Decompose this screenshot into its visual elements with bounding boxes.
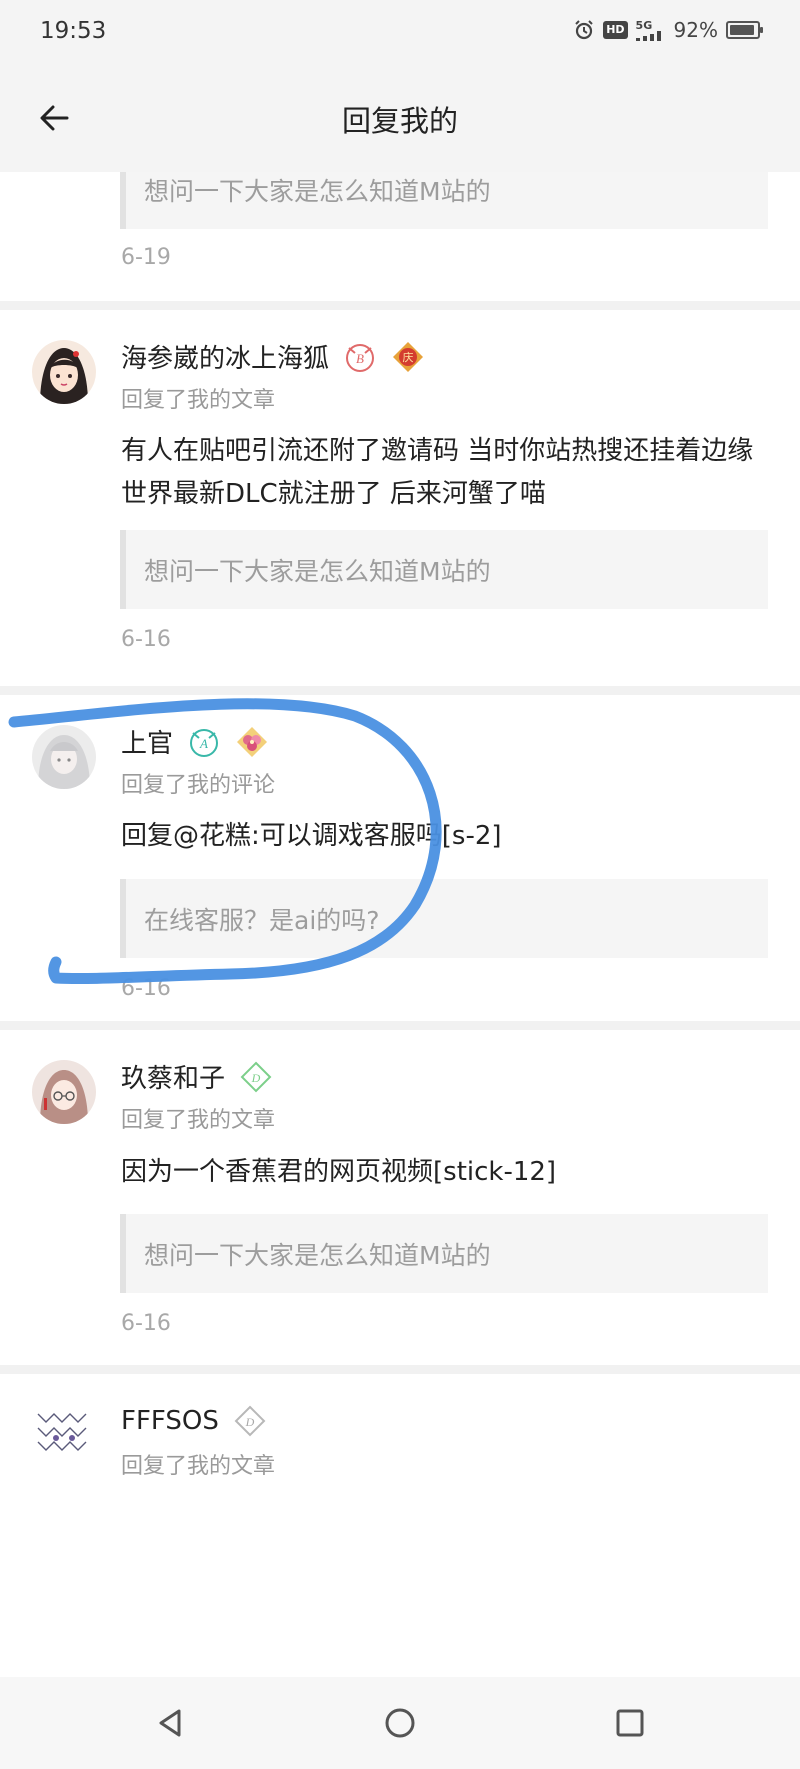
level-badge-icon: B <box>343 340 377 374</box>
quote-text: 在线客服？是ai的吗? <box>144 905 380 935</box>
reply-date: 6-16 <box>121 627 171 652</box>
username[interactable]: 玖蔡和子 <box>121 1058 225 1095</box>
top-app-bar: 回复我的 <box>0 64 800 172</box>
divider <box>0 1365 800 1374</box>
avatar[interactable] <box>32 725 96 789</box>
reply-text[interactable]: 因为一个香蕉君的网页视频[stick-12] <box>121 1151 761 1194</box>
svg-text:B: B <box>356 351 364 366</box>
reply-card[interactable]: 海参崴的冰上海狐 B 庆 回复了我的文章 有人在贴吧引流还附了邀请码 当时你站热… <box>0 310 800 688</box>
hd-icon: HD <box>603 21 628 39</box>
reply-date: 6-19 <box>121 245 171 270</box>
level-badge-icon: D <box>233 1404 267 1438</box>
avatar[interactable] <box>32 1060 96 1124</box>
quote-text: 想问一下大家是怎么知道M站的 <box>144 556 491 586</box>
status-bar: 19:53 HD 5G 92% <box>0 0 800 64</box>
level-badge-icon: D <box>239 1060 273 1094</box>
divider <box>0 1021 800 1030</box>
quote-text: 想问一下大家是怎么知道M站的 <box>144 176 491 206</box>
reply-action: 回复了我的文章 <box>121 1454 276 1479</box>
page-title: 回复我的 <box>341 104 458 138</box>
reply-action: 回复了我的评论 <box>121 773 276 798</box>
svg-text:A: A <box>199 736 208 751</box>
alarm-icon <box>573 19 595 41</box>
svg-text:D: D <box>245 1415 255 1429</box>
status-time: 19:53 <box>40 18 107 44</box>
reply-card[interactable]: 想问一下大家是怎么知道M站的 6-19 <box>0 172 800 302</box>
username[interactable]: FFFSOS <box>121 1406 219 1436</box>
quoted-content[interactable]: 想问一下大家是怎么知道M站的 <box>120 1214 768 1293</box>
username[interactable]: 上官 <box>121 723 173 760</box>
quote-text: 想问一下大家是怎么知道M站的 <box>144 1240 491 1270</box>
svg-text:庆: 庆 <box>403 350 414 364</box>
quoted-content[interactable]: 想问一下大家是怎么知道M站的 <box>120 172 768 229</box>
nav-home-button[interactable] <box>376 1699 424 1747</box>
reply-action: 回复了我的文章 <box>121 1108 276 1133</box>
reply-card[interactable]: 玖蔡和子 D 回复了我的文章 因为一个香蕉君的网页视频[stick-12] 想问… <box>0 1030 800 1370</box>
reply-date: 6-16 <box>121 976 171 1001</box>
flower-badge-icon <box>235 725 269 759</box>
reply-feed[interactable]: 想问一下大家是怎么知道M站的 6-19 海参崴的冰上海狐 B 庆 回复了我的文章… <box>0 172 800 1677</box>
reply-text[interactable]: 回复@花糕:可以调戏客服吗[s-2] <box>121 815 761 858</box>
reply-card[interactable]: FFFSOS D 回复了我的文章 <box>0 1374 800 1677</box>
nav-recents-button[interactable] <box>606 1699 654 1747</box>
battery-icon <box>726 21 763 39</box>
recents-square-icon <box>616 1709 644 1737</box>
svg-text:D: D <box>251 1071 261 1085</box>
reply-text[interactable]: 有人在贴吧引流还附了邀请码 当时你站热搜还挂着边缘世界最新DLC就注册了 后来河… <box>121 430 761 516</box>
quoted-content[interactable]: 在线客服？是ai的吗? <box>120 879 768 958</box>
user-row: 上官 A <box>121 723 269 760</box>
user-row: FFFSOS D <box>121 1404 267 1438</box>
status-icons: HD 5G 92% <box>573 18 763 42</box>
avatar[interactable] <box>32 1402 96 1466</box>
user-row: 玖蔡和子 D <box>121 1058 273 1095</box>
quoted-content[interactable]: 想问一下大家是怎么知道M站的 <box>120 530 768 609</box>
system-nav-bar <box>0 1677 800 1769</box>
username[interactable]: 海参崴的冰上海狐 <box>121 338 329 375</box>
reply-card[interactable]: 上官 A 回复了我的评论 回复@花糕:可以调戏客服吗[s-2] 在线客服？是ai… <box>0 695 800 1073</box>
user-row: 海参崴的冰上海狐 B 庆 <box>121 338 425 375</box>
fortune-badge-icon: 庆 <box>391 340 425 374</box>
back-triangle-icon <box>159 1709 181 1737</box>
network-label: 5G <box>635 18 653 32</box>
reply-action: 回复了我的文章 <box>121 388 276 413</box>
battery-percent: 92% <box>673 18 718 42</box>
nav-back-button[interactable] <box>146 1699 194 1747</box>
reply-date: 6-16 <box>121 1311 171 1336</box>
home-circle-icon <box>385 1708 415 1738</box>
5g-signal-icon: 5G <box>635 18 666 41</box>
avatar[interactable] <box>32 340 96 404</box>
divider <box>0 301 800 310</box>
level-badge-icon: A <box>187 725 221 759</box>
battery-fill <box>730 25 754 35</box>
divider <box>0 686 800 695</box>
